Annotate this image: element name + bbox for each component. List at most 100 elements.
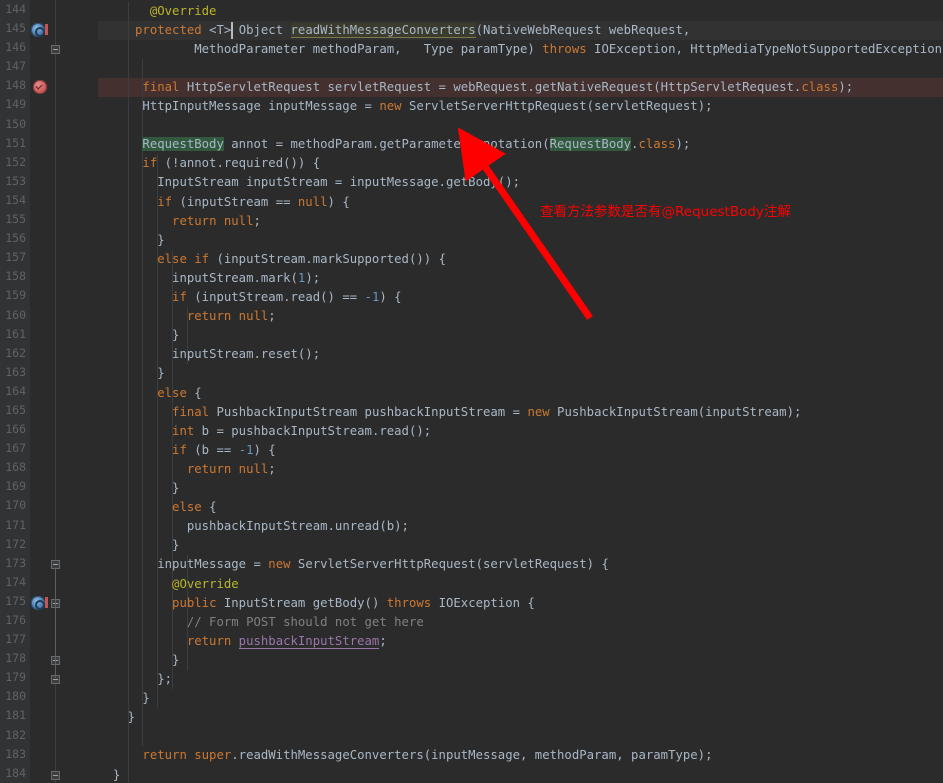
code-line[interactable]: } bbox=[98, 708, 135, 727]
modified-line-marker bbox=[45, 24, 48, 35]
code-token: final bbox=[142, 80, 179, 94]
code-line[interactable]: return null; bbox=[98, 212, 261, 231]
line-number: 163 bbox=[0, 363, 30, 382]
code-token: class bbox=[801, 80, 838, 94]
line-number: 182 bbox=[0, 726, 30, 745]
indent-space bbox=[98, 443, 172, 457]
code-token: ); bbox=[305, 271, 320, 285]
line-number: 166 bbox=[0, 420, 30, 439]
code-line[interactable]: } bbox=[98, 689, 150, 708]
indent-space bbox=[98, 538, 172, 552]
code-line[interactable]: else if (inputStream.markSupported()) { bbox=[98, 250, 446, 269]
indent-space bbox=[98, 405, 172, 419]
code-line[interactable]: InputStream inputStream = inputMessage.g… bbox=[98, 173, 520, 192]
code-token: new bbox=[268, 557, 290, 571]
code-line[interactable]: protected <T> Object readWithMessageConv… bbox=[98, 21, 690, 40]
code-line[interactable]: // Form POST should not get here bbox=[98, 613, 424, 632]
code-line[interactable]: inputMessage = new ServletServerHttpRequ… bbox=[98, 555, 609, 574]
annotation-label: 查看方法参数是否有@RequestBody注解 bbox=[540, 200, 791, 220]
code-line[interactable]: return super.readWithMessageConverters(i… bbox=[98, 746, 712, 765]
code-line[interactable]: else { bbox=[98, 498, 216, 517]
code-token: null bbox=[298, 195, 328, 209]
code-token: protected bbox=[135, 23, 202, 37]
overridden-method-icon[interactable] bbox=[31, 596, 45, 610]
code-token: else bbox=[157, 386, 187, 400]
code-line[interactable]: @Override bbox=[98, 575, 239, 594]
code-token: (b == bbox=[187, 443, 239, 457]
indent-space bbox=[98, 748, 142, 762]
code-token: .readWithMessageConverters(inputMessage,… bbox=[231, 748, 712, 762]
code-line[interactable]: final PushbackInputStream pushbackInputS… bbox=[98, 403, 801, 422]
code-line[interactable]: } bbox=[98, 364, 165, 383]
fold-marker[interactable] bbox=[51, 45, 60, 54]
line-number: 169 bbox=[0, 477, 30, 496]
indent-space bbox=[98, 691, 142, 705]
line-number: 147 bbox=[0, 57, 30, 76]
code-token: InputStream inputStream = inputMessage.g… bbox=[157, 175, 520, 189]
code-token: else if bbox=[157, 252, 209, 266]
code-token: getBody bbox=[313, 596, 365, 610]
code-line[interactable]: } bbox=[98, 651, 179, 670]
code-token: ) { bbox=[328, 195, 350, 209]
code-token: return null bbox=[172, 214, 253, 228]
code-line[interactable]: return null; bbox=[98, 307, 276, 326]
code-line[interactable]: public InputStream getBody() throws IOEx… bbox=[98, 594, 535, 613]
code-line[interactable]: }; bbox=[98, 670, 172, 689]
indent-space bbox=[98, 99, 142, 113]
code-line[interactable]: @Override bbox=[98, 2, 216, 21]
field-reference: pushbackInputStream bbox=[239, 634, 380, 649]
code-line[interactable]: } bbox=[98, 479, 179, 498]
editor-gutter-fold-area[interactable] bbox=[30, 0, 98, 783]
line-number: 155 bbox=[0, 210, 30, 229]
code-line[interactable]: int b = pushbackInputStream.read(); bbox=[98, 422, 431, 441]
code-line[interactable]: final HttpServletRequest servletRequest … bbox=[98, 78, 853, 97]
indent-space bbox=[98, 653, 172, 667]
indent-space bbox=[98, 309, 187, 323]
code-token: inputStream.mark( bbox=[172, 271, 298, 285]
code-token: if bbox=[142, 156, 157, 170]
indent-space bbox=[98, 462, 187, 476]
highlighted-identifier: RequestBody bbox=[550, 137, 631, 151]
code-line[interactable]: } bbox=[98, 326, 179, 345]
code-token: public bbox=[172, 596, 216, 610]
code-line[interactable]: } bbox=[98, 231, 165, 250]
code-token: }; bbox=[157, 672, 172, 686]
code-line[interactable]: if (inputStream.read() == -1) { bbox=[98, 288, 402, 307]
code-token: annot = methodParam.getParameterAnnotati… bbox=[224, 137, 550, 151]
line-number: 162 bbox=[0, 344, 30, 363]
code-line[interactable]: MethodParameter methodParam, Type paramT… bbox=[98, 40, 943, 59]
code-token: PushbackInputStream(inputStream); bbox=[550, 405, 802, 419]
code-area[interactable]: @Override protected <T> Object readWithM… bbox=[98, 0, 943, 783]
overridden-method-icon[interactable] bbox=[31, 23, 45, 37]
line-number: 148 bbox=[0, 76, 30, 95]
code-line[interactable]: return null; bbox=[98, 460, 276, 479]
code-token: ; bbox=[268, 462, 275, 476]
indent-space bbox=[98, 481, 172, 495]
code-line[interactable]: RequestBody annot = methodParam.getParam… bbox=[98, 135, 690, 154]
code-line[interactable]: if (!annot.required()) { bbox=[98, 154, 320, 173]
code-line[interactable]: pushbackInputStream.unread(b); bbox=[98, 517, 409, 536]
code-line[interactable]: } bbox=[98, 536, 179, 555]
code-line[interactable]: inputStream.mark(1); bbox=[98, 269, 320, 288]
code-token: } bbox=[172, 481, 179, 495]
code-line[interactable]: HttpInputMessage inputMessage = new Serv… bbox=[98, 97, 713, 116]
line-number: 181 bbox=[0, 706, 30, 725]
code-line[interactable]: } bbox=[98, 766, 120, 783]
code-token: MethodParameter methodParam, Type paramT… bbox=[194, 42, 542, 56]
code-editor[interactable]: 1441451461471481491501511521531541551561… bbox=[0, 0, 943, 783]
code-token: ; bbox=[268, 309, 275, 323]
code-line[interactable]: inputStream.reset(); bbox=[98, 345, 320, 364]
fold-marker[interactable] bbox=[51, 771, 60, 780]
code-line[interactable]: return pushbackInputStream; bbox=[98, 632, 387, 651]
indent-space bbox=[98, 233, 157, 247]
code-line[interactable]: else { bbox=[98, 384, 202, 403]
indent-space bbox=[98, 175, 157, 189]
line-number: 173 bbox=[0, 554, 30, 573]
code-token: (inputStream == bbox=[172, 195, 298, 209]
fold-connector bbox=[55, 607, 56, 659]
line-number: 183 bbox=[0, 745, 30, 764]
code-token: } bbox=[157, 233, 164, 247]
code-line[interactable]: if (b == -1) { bbox=[98, 441, 276, 460]
code-token: pushbackInputStream.unread(b); bbox=[187, 519, 409, 533]
code-line[interactable]: if (inputStream == null) { bbox=[98, 193, 350, 212]
